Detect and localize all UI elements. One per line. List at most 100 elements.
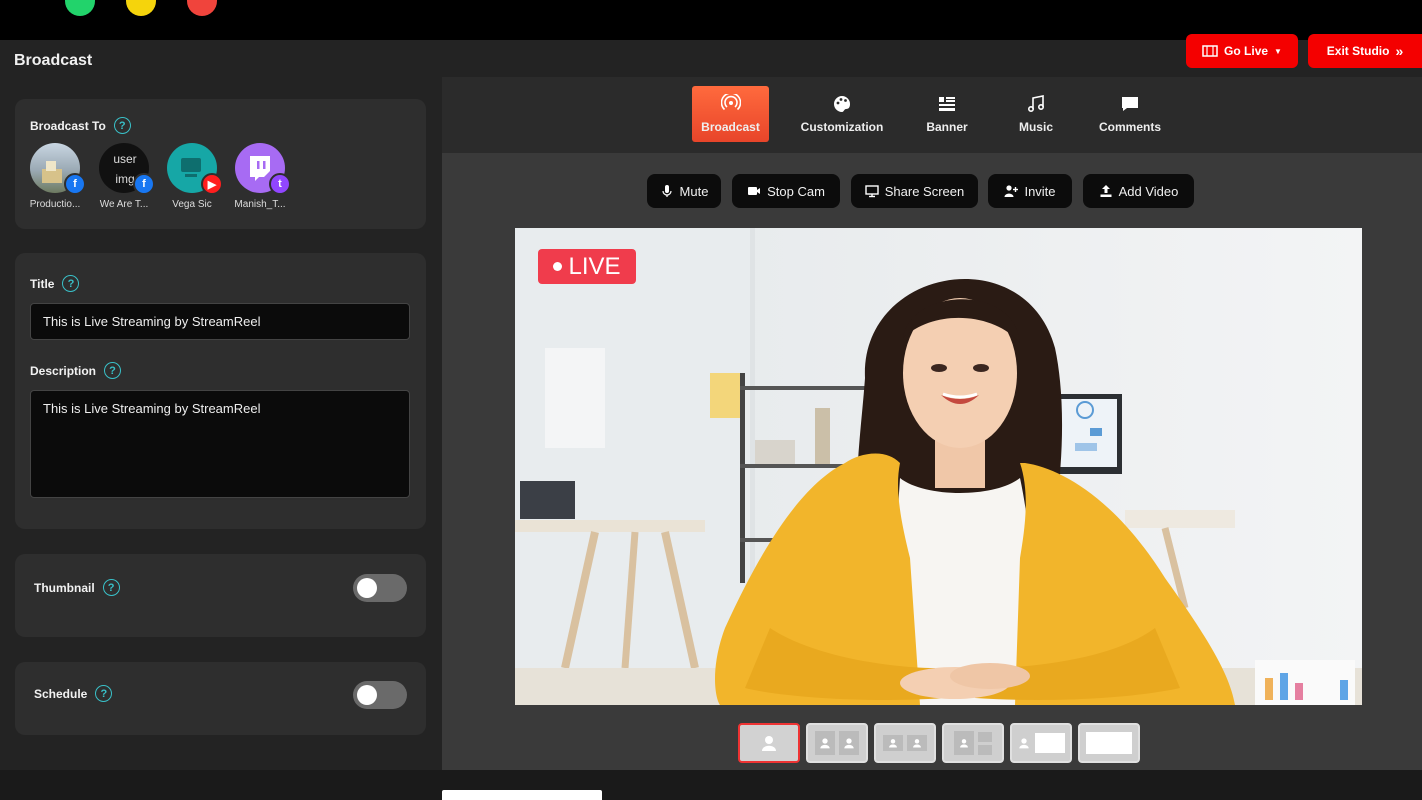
destination-item[interactable]: f Productio... (26, 143, 86, 210)
layout-slot (954, 731, 974, 755)
invite-button[interactable]: Invite (988, 174, 1072, 208)
layout-slot (978, 731, 992, 742)
schedule-card: Schedule ? (15, 662, 426, 735)
title-label: Title (30, 276, 55, 291)
avatar: user img f (99, 143, 155, 195)
destination-item[interactable]: t Manish_T... (231, 143, 291, 210)
person-icon (960, 739, 968, 748)
tab-broadcast[interactable]: Broadcast (692, 86, 769, 142)
layout-grid[interactable] (942, 723, 1004, 763)
toggle-knob (357, 578, 377, 598)
screen-slot (1035, 733, 1065, 753)
caret-down-icon: ▼ (1274, 46, 1282, 56)
tab-label: Music (1018, 120, 1053, 134)
layout-slot (883, 735, 903, 751)
close-window-button[interactable] (187, 0, 217, 16)
twitch-icon: t (269, 173, 291, 195)
exit-studio-button[interactable]: Exit Studio » (1308, 34, 1422, 68)
layout-picker (738, 723, 1140, 763)
studio-app: Broadcast Go Live ▼ Exit Studio » Broadc… (0, 34, 1422, 800)
add-user-icon (1004, 185, 1019, 197)
title-input[interactable]: This is Live Streaming by StreamReel (30, 303, 410, 340)
footer-thumbnail-strip[interactable] (442, 790, 602, 800)
go-live-button[interactable]: Go Live ▼ (1186, 34, 1298, 68)
help-icon[interactable]: ? (62, 275, 80, 292)
help-icon[interactable]: ? (102, 579, 120, 596)
studio-tabbar: Broadcast Customization Banner Music Com… (442, 77, 1422, 153)
layout-slot (1017, 731, 1031, 755)
layout-split-equal[interactable] (874, 723, 936, 763)
person-icon (1019, 738, 1029, 749)
avatar: f (30, 143, 86, 195)
thumbnail-header: Thumbnail ? (34, 579, 120, 596)
minimize-window-button[interactable] (126, 0, 156, 16)
add-video-button[interactable]: Add Video (1083, 174, 1194, 208)
tab-label: Broadcast (701, 120, 760, 134)
layout-slot-stack (978, 731, 992, 755)
description-textarea[interactable]: This is Live Streaming by StreamReel (30, 390, 410, 498)
footer-bar (0, 770, 1422, 800)
schedule-toggle[interactable] (353, 681, 407, 709)
palette-icon (834, 96, 850, 112)
broadcast-to-card: Broadcast To ? f Productio... user img f… (15, 99, 426, 229)
schedule-header: Schedule ? (34, 685, 113, 702)
details-card: Title ? This is Live Streaming by Stream… (15, 253, 426, 529)
tab-comments[interactable]: Comments (1090, 86, 1170, 142)
layout-single[interactable] (738, 723, 800, 763)
destination-name: Productio... (29, 199, 81, 210)
thumbnail-toggle[interactable] (353, 574, 407, 602)
destination-name: Manish_T... (234, 199, 286, 210)
comment-icon (1122, 97, 1138, 111)
layout-side-by-side[interactable] (806, 723, 868, 763)
broadcast-to-label: Broadcast To (30, 118, 106, 133)
tab-label: Comments (1098, 120, 1161, 134)
mute-button[interactable]: Mute (647, 174, 721, 208)
thumbnail-label: Thumbnail (34, 580, 95, 595)
go-live-label: Go Live (1224, 44, 1269, 58)
facebook-icon: f (64, 173, 86, 195)
film-icon (1202, 45, 1218, 57)
tab-customization[interactable]: Customization (794, 86, 890, 142)
tab-music[interactable]: Music (1006, 86, 1066, 142)
schedule-label: Schedule (34, 686, 88, 701)
person-icon (889, 739, 897, 748)
layout-slot (978, 744, 992, 755)
layout-person-screen[interactable] (1010, 723, 1072, 763)
tab-label: Banner (926, 120, 968, 134)
layout-screen-only[interactable] (1078, 723, 1140, 763)
screen-slot (1086, 732, 1132, 754)
layout-slot (907, 735, 927, 751)
share-screen-label: Share Screen (884, 183, 965, 199)
maximize-window-button[interactable] (65, 0, 95, 16)
destination-name: Vega Sic (172, 199, 212, 210)
destination-name: We Are T... (99, 199, 149, 210)
destination-item[interactable]: ▶ Vega Sic (163, 143, 223, 210)
avatar: t (235, 143, 291, 195)
toggle-knob (357, 685, 377, 705)
destination-item[interactable]: user img f We Are T... (95, 143, 155, 210)
description-label: Description (30, 363, 97, 378)
exit-studio-label: Exit Studio (1326, 44, 1390, 58)
thumbnail-card: Thumbnail ? (15, 554, 426, 637)
upload-icon (1100, 185, 1112, 197)
share-screen-button[interactable]: Share Screen (851, 174, 978, 208)
person-icon (913, 739, 921, 748)
live-label: LIVE (568, 252, 621, 280)
layout-slot (839, 731, 859, 755)
help-icon[interactable]: ? (104, 362, 122, 379)
tab-banner[interactable]: Banner (917, 86, 977, 142)
camera-icon (748, 187, 761, 195)
title-header: Title ? (30, 275, 80, 292)
description-header: Description ? (30, 362, 122, 379)
help-icon[interactable]: ? (95, 685, 113, 702)
mute-label: Mute (679, 183, 709, 199)
music-icon (1027, 95, 1045, 113)
microphone-icon (661, 185, 672, 197)
facebook-icon: f (133, 173, 155, 195)
page-title: Broadcast (14, 52, 93, 69)
stop-cam-button[interactable]: Stop Cam (732, 174, 840, 208)
avatar: ▶ (167, 143, 223, 195)
video-preview: LIVE (515, 228, 1362, 705)
stage-panel: Broadcast Customization Banner Music Com… (442, 77, 1422, 770)
help-icon[interactable]: ? (113, 117, 131, 134)
